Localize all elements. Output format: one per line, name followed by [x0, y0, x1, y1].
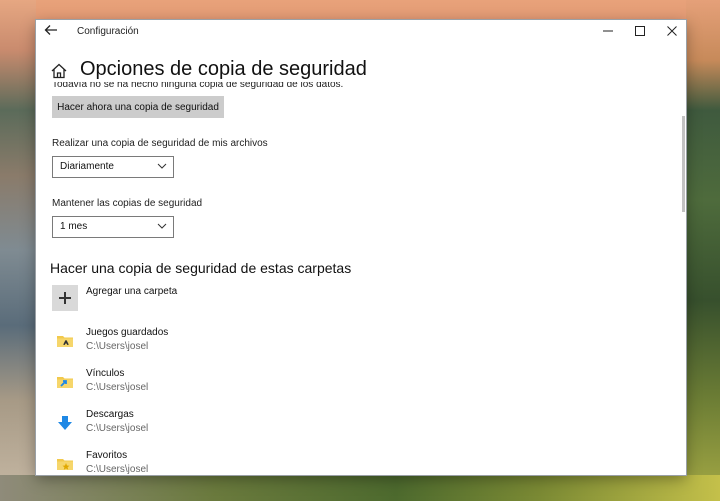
frequency-dropdown[interactable]: Diariamente	[52, 156, 174, 178]
folder-name: Descargas	[86, 409, 134, 420]
folder-item-downloads[interactable]: Descargas C:\Users\josel	[52, 409, 352, 439]
window-title: Configuración	[77, 26, 139, 37]
retention-value: 1 mes	[60, 221, 88, 232]
back-arrow-icon[interactable]	[42, 23, 60, 41]
folder-name: Juegos guardados	[86, 327, 169, 338]
saved-games-folder-icon	[57, 336, 73, 347]
folder-path: C:\Users\josel	[86, 423, 149, 434]
retention-dropdown[interactable]: 1 mes	[52, 216, 174, 238]
folder-path: C:\Users\josel	[86, 382, 149, 393]
desktop-background-right	[686, 0, 720, 501]
links-folder-icon	[57, 377, 73, 388]
frequency-label: Realizar una copia de seguridad de mis a…	[52, 138, 268, 149]
folder-name: Vínculos	[86, 368, 125, 379]
folder-path: C:\Users\josel	[86, 341, 149, 352]
folder-path: C:\Users\josel	[86, 464, 149, 475]
desktop-background-bottom	[0, 475, 720, 501]
folder-item-favorites[interactable]: Favoritos C:\Users\josel	[52, 450, 352, 475]
folder-item-links[interactable]: Vínculos C:\Users\josel	[52, 368, 352, 398]
favorites-folder-icon	[57, 459, 73, 470]
folder-item-saved-games[interactable]: Juegos guardados C:\Users\josel	[52, 327, 352, 357]
home-icon[interactable]	[50, 62, 68, 80]
settings-window: Configuración Opciones de copia de segur…	[36, 20, 686, 475]
settings-content: Todavía no se ha hecho ninguna copia de …	[36, 82, 676, 475]
folder-name: Favoritos	[86, 450, 128, 461]
chevron-down-icon	[157, 163, 167, 169]
page-title: Opciones de copia de seguridad	[80, 58, 367, 80]
minimize-button[interactable]	[592, 20, 624, 44]
maximize-button[interactable]	[624, 20, 656, 44]
title-bar: Configuración	[36, 20, 686, 44]
add-folder-label[interactable]: Agregar una carpeta	[86, 286, 177, 297]
desktop-background-left	[0, 0, 36, 501]
folders-section-title: Hacer una copia de seguridad de estas ca…	[50, 260, 352, 276]
chevron-down-icon	[157, 223, 167, 229]
backup-status-text: Todavía no se ha hecho ninguna copia de …	[52, 82, 344, 90]
downloads-icon	[58, 416, 72, 430]
plus-icon-vertical	[64, 292, 66, 304]
vertical-scrollbar[interactable]	[682, 116, 685, 212]
backup-now-button[interactable]: Hacer ahora una copia de seguridad	[52, 96, 224, 118]
frequency-value: Diariamente	[60, 161, 114, 172]
add-folder-button[interactable]	[52, 285, 78, 311]
close-button[interactable]	[656, 20, 686, 44]
retention-label: Mantener las copias de seguridad	[52, 198, 203, 209]
